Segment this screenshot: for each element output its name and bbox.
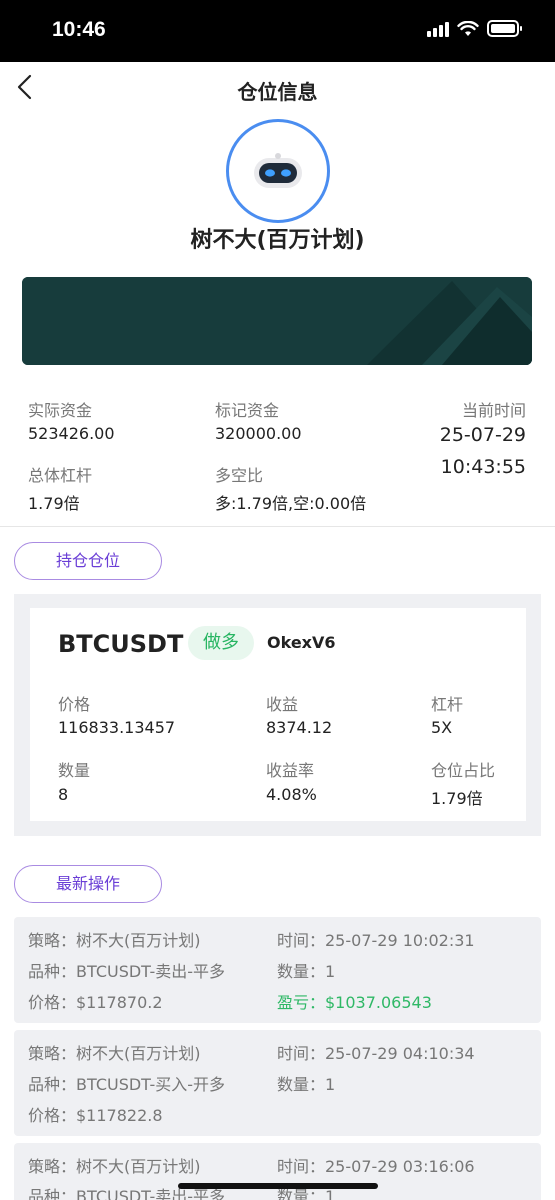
share-label: 仓位占比 [431, 761, 496, 780]
wifi-icon [457, 20, 479, 36]
battery-icon [487, 20, 522, 37]
share-value: 1.79倍 [431, 789, 483, 808]
status-bar: 10:46 [0, 0, 555, 62]
op-strategy: 策略：树不大(百万计划) [28, 1044, 201, 1063]
header-banner [22, 277, 532, 365]
status-icons [427, 20, 522, 37]
op-price: 价格：$117870.2 [28, 993, 163, 1012]
profit-value: 8374.12 [266, 718, 333, 737]
divider [0, 526, 555, 527]
op-product: 品种：BTCUSDT-卖出-平多 [28, 962, 226, 981]
position-symbol: BTCUSDT [58, 630, 184, 658]
operation-card[interactable]: 策略：树不大(百万计划) 时间：25-07-29 03:16:06 品种：BTC… [14, 1143, 541, 1200]
nav-bar: 仓位信息 [0, 62, 555, 114]
actual-funds-value: 523426.00 [28, 424, 115, 443]
op-qty: 数量：1 [277, 1075, 336, 1094]
operation-card[interactable]: 策略：树不大(百万计划) 时间：25-07-29 04:10:34 品种：BTC… [14, 1030, 541, 1136]
op-price: 价格：$117822.8 [28, 1106, 163, 1125]
page-title: 仓位信息 [237, 80, 318, 104]
op-strategy: 策略：树不大(百万计划) [28, 931, 201, 950]
position-exchange: OkexV6 [267, 633, 336, 652]
current-time: 10:43:55 [440, 456, 526, 478]
yield-value: 4.08% [266, 785, 317, 804]
qty-label: 数量 [58, 761, 91, 780]
leverage-value: 1.79倍 [28, 494, 80, 513]
actual-funds-label: 实际资金 [28, 401, 93, 420]
strategy-name: 树不大(百万计划) [190, 228, 365, 253]
qty-value: 8 [58, 785, 69, 804]
nominal-funds-value: 320000.00 [215, 424, 302, 443]
home-indicator[interactable] [178, 1183, 378, 1189]
cellular-signal-icon [427, 21, 449, 37]
tab-latest-operations[interactable]: 最新操作 [14, 865, 162, 903]
op-pnl: 盈亏：$1037.06543 [277, 993, 432, 1012]
position-leverage-value: 5X [431, 718, 453, 737]
position-card[interactable]: BTCUSDT 做多 OkexV6 价格 116833.13457 收益 837… [30, 608, 526, 821]
position-side-badge: 做多 [188, 626, 254, 660]
op-qty: 数量：1 [277, 962, 336, 981]
nominal-funds-label: 标记资金 [215, 401, 280, 420]
leverage-label: 总体杠杆 [28, 466, 93, 485]
op-time: 时间：25-07-29 04:10:34 [277, 1044, 475, 1063]
long-short-value: 多:1.79倍,空:0.00倍 [215, 494, 367, 513]
status-time: 10:46 [52, 18, 106, 41]
profit-label: 收益 [266, 695, 299, 714]
yield-label: 收益率 [266, 761, 315, 780]
current-time-label: 当前时间 [461, 401, 526, 420]
avatar [226, 119, 330, 223]
op-strategy: 策略：树不大(百万计划) [28, 1157, 201, 1176]
robot-icon [254, 153, 302, 188]
op-time: 时间：25-07-29 10:02:31 [277, 931, 475, 950]
position-section: BTCUSDT 做多 OkexV6 价格 116833.13457 收益 837… [14, 594, 541, 836]
price-value: 116833.13457 [58, 718, 176, 737]
current-date: 25-07-29 [439, 424, 526, 446]
op-time: 时间：25-07-29 03:16:06 [277, 1157, 475, 1176]
mountain-graphic [22, 277, 532, 365]
tab-holdings[interactable]: 持仓仓位 [14, 542, 162, 580]
operation-card[interactable]: 策略：树不大(百万计划) 时间：25-07-29 10:02:31 品种：BTC… [14, 917, 541, 1023]
position-leverage-label: 杠杆 [431, 695, 464, 714]
long-short-label: 多空比 [215, 466, 264, 485]
price-label: 价格 [58, 695, 91, 714]
op-product: 品种：BTCUSDT-买入-开多 [28, 1075, 226, 1094]
